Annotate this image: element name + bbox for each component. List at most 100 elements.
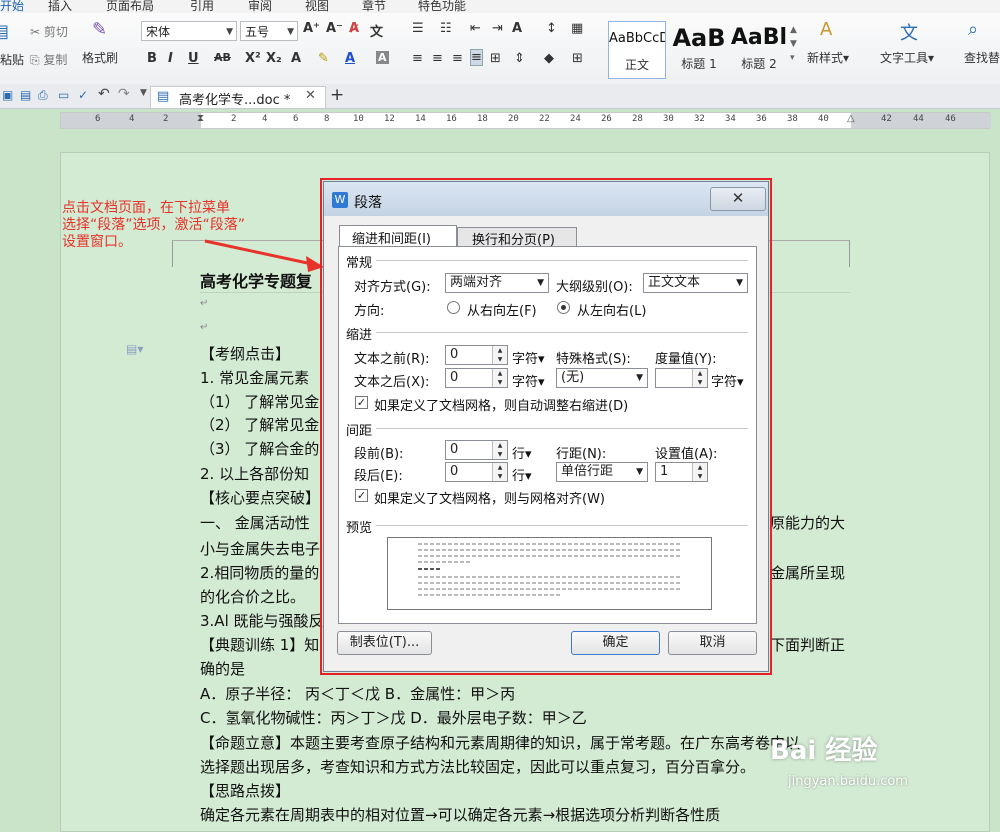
shrink-font-icon[interactable]: A⁻ <box>326 21 343 36</box>
save-icon[interactable]: ▣ <box>2 88 13 102</box>
copy-button[interactable]: ⎘ 复制 <box>30 51 67 68</box>
space-after-unit[interactable]: 行▾ <box>512 465 532 484</box>
align-left-icon[interactable]: ≡ <box>412 51 423 66</box>
decrease-indent-icon[interactable]: ⇤ <box>470 21 481 36</box>
menu-tab-references[interactable]: 引用 <box>190 0 214 14</box>
print-preview-icon[interactable]: ▭ <box>58 88 69 102</box>
tab-indent-spacing[interactable]: 缩进和间距(I) <box>339 225 457 247</box>
paste-icon[interactable]: ▤ <box>0 21 9 42</box>
line-spacing-icon[interactable]: ⇕ <box>514 51 525 66</box>
menu-tab-features[interactable]: 特色功能 <box>418 0 466 14</box>
text-tools-button[interactable]: 文字工具▾ <box>880 49 934 66</box>
style-scroll-icon[interactable]: ▲ ▼ ▾ <box>790 23 797 65</box>
bullet-list-icon[interactable]: ☰ <box>412 21 424 36</box>
phonetic-icon[interactable]: 文 <box>370 21 383 40</box>
shading-icon[interactable]: ◆ <box>544 51 554 66</box>
measure-input[interactable]: ▲ ▼ <box>655 368 708 388</box>
menu-tab-layout[interactable]: 页面布局 <box>106 0 154 14</box>
format-painter-icon[interactable]: ✎ <box>92 19 107 40</box>
right-indent-marker-icon[interactable]: △ <box>847 113 855 124</box>
print-icon[interactable]: ⎙ <box>38 88 48 103</box>
tab-line-page-break[interactable]: 换行和分页(P) <box>457 227 577 248</box>
align-center-icon[interactable]: ≡ <box>432 51 443 66</box>
indent-after-unit[interactable]: 字符▾ <box>512 371 545 390</box>
outline-level-select[interactable]: 正文文本 ▼ <box>643 273 748 293</box>
font-name-combo[interactable]: 宋体 ▼ <box>141 21 237 41</box>
indent-marker-icon[interactable]: ⧗ <box>197 113 204 124</box>
font-size-combo[interactable]: 五号 ▼ <box>240 21 298 41</box>
text-direction-icon[interactable]: A <box>512 21 522 36</box>
space-after-input[interactable]: 0 ▲ ▼ <box>445 462 508 482</box>
dialog-titlebar[interactable]: W 段落 ✕ <box>324 182 768 216</box>
new-tab-icon[interactable]: + <box>330 85 344 105</box>
doc-line: A．原子半径： 丙＜丁＜戊 B．金属性：甲＞丙 <box>200 685 516 703</box>
menu-tab-home[interactable]: 开始 <box>0 0 24 14</box>
grow-font-icon[interactable]: A⁺ <box>303 21 320 36</box>
cut-button[interactable]: ✂ 剪切 <box>30 23 68 40</box>
format-painter-button[interactable]: 格式刷 <box>82 49 118 66</box>
font-color-icon[interactable]: A <box>345 51 355 66</box>
ltr-radio[interactable] <box>557 301 570 314</box>
rtl-radio[interactable] <box>447 301 460 314</box>
close-tab-icon[interactable]: ✕ <box>305 88 316 103</box>
strikethrough-icon[interactable]: AB <box>214 51 231 64</box>
bold-icon[interactable]: B <box>147 51 157 66</box>
space-before-input[interactable]: 0 ▲ ▼ <box>445 440 508 460</box>
special-format-select[interactable]: (无) ▼ <box>556 368 648 388</box>
spinner-arrows-icon[interactable]: ▲ ▼ <box>692 463 707 481</box>
align-right-icon[interactable]: ≡ <box>452 51 463 66</box>
align-justify-icon[interactable]: ≡ <box>470 49 483 66</box>
char-shading-icon[interactable]: A <box>376 51 389 64</box>
spinner-arrows-icon[interactable]: ▲ ▼ <box>492 463 507 481</box>
paragraph-marker-icon[interactable]: ▤▾ <box>126 342 143 356</box>
horizontal-ruler[interactable]: 6 4 2 ⧗ 2 4 6 8 10 12 14 16 18 20 22 24 … <box>60 112 991 129</box>
menu-tab-section[interactable]: 章节 <box>362 0 386 14</box>
spinner-arrows-icon[interactable]: ▲ ▼ <box>492 441 507 459</box>
export-pdf-icon[interactable]: ▤ <box>20 88 31 102</box>
clear-format-icon[interactable]: A̷ <box>349 21 359 36</box>
spinner-arrows-icon[interactable]: ▲ ▼ <box>692 369 707 387</box>
sort-icon[interactable]: ↕ <box>546 21 557 36</box>
text-effect-icon[interactable]: A <box>291 51 301 66</box>
paste-button[interactable]: 粘贴 <box>0 51 24 68</box>
measure-unit[interactable]: 字符▾ <box>711 371 744 390</box>
find-replace-button[interactable]: 查找替 <box>964 49 1000 66</box>
superscript-icon[interactable]: X² <box>245 51 261 66</box>
cancel-button[interactable]: 取消 <box>668 631 757 655</box>
borders-icon[interactable]: ⊞ <box>572 51 583 66</box>
spell-check-icon[interactable]: ✓ <box>78 88 88 102</box>
menu-tab-view[interactable]: 视图 <box>305 0 329 14</box>
setting-value-input[interactable]: 1 ▲ ▼ <box>655 462 708 482</box>
indent-before-input[interactable]: 0 ▲ ▼ <box>445 345 508 365</box>
grid-align-checkbox[interactable]: ✓ <box>355 489 368 502</box>
highlight-icon[interactable]: ✎ <box>318 51 329 66</box>
document-tab[interactable]: ▤ 高考化学专...doc * ✕ <box>150 86 326 108</box>
indent-before-unit[interactable]: 字符▾ <box>512 348 545 367</box>
indent-after-input[interactable]: 0 ▲ ▼ <box>445 368 508 388</box>
tab-stops-button[interactable]: 制表位(T)... <box>337 631 432 655</box>
increase-indent-icon[interactable]: ⇥ <box>492 21 503 36</box>
ok-button[interactable]: 确定 <box>571 631 660 655</box>
alignment-select[interactable]: 两端对齐 ▼ <box>445 273 549 293</box>
undo-icon[interactable]: ↶ <box>98 86 110 102</box>
subscript-icon[interactable]: X₂ <box>266 51 282 66</box>
style-normal[interactable]: AaBbCcDd 正文 <box>608 21 666 79</box>
dialog-close-button[interactable]: ✕ <box>710 187 766 211</box>
redo-icon[interactable]: ↷ <box>118 86 130 102</box>
menu-tab-insert[interactable]: 插入 <box>48 0 72 14</box>
underline-icon[interactable]: U <box>188 51 199 66</box>
spinner-arrows-icon[interactable]: ▲ ▼ <box>492 346 507 364</box>
italic-icon[interactable]: I <box>168 51 173 66</box>
line-spacing-select[interactable]: 单倍行距 ▼ <box>556 462 648 482</box>
quick-access-dropdown-icon[interactable]: ▼ <box>140 88 147 98</box>
spinner-arrows-icon[interactable]: ▲ ▼ <box>492 369 507 387</box>
grid-indent-checkbox[interactable]: ✓ <box>355 396 368 409</box>
space-before-unit[interactable]: 行▾ <box>512 443 532 462</box>
style-heading2[interactable]: AaBl 标题 2 <box>730 21 788 79</box>
numbered-list-icon[interactable]: ☷ <box>440 21 452 36</box>
table-icon[interactable]: ▦ <box>571 21 583 36</box>
distributed-icon[interactable]: ⊞ <box>490 51 501 66</box>
menu-tab-review[interactable]: 审阅 <box>248 0 272 14</box>
new-style-button[interactable]: 新样式▾ <box>807 49 849 66</box>
style-heading1[interactable]: AaB 标题 1 <box>670 21 728 79</box>
